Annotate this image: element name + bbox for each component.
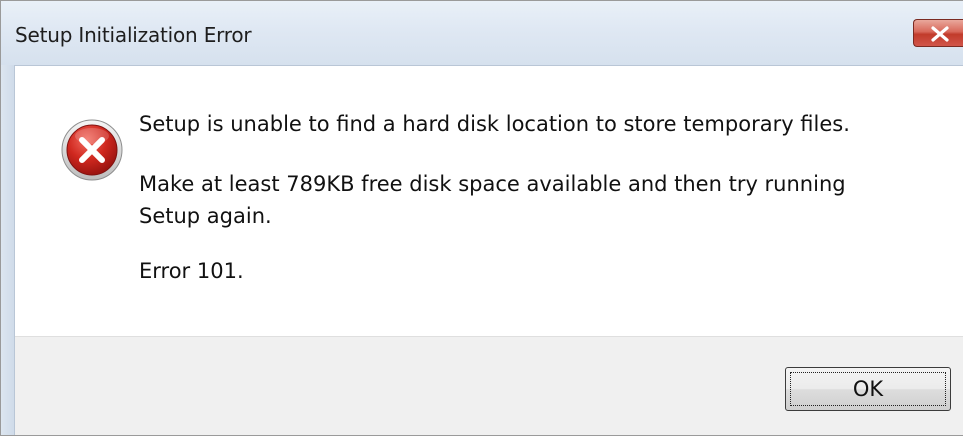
- instruction-text: Make at least 789KB free disk space avai…: [139, 172, 846, 228]
- window-title: Setup Initialization Error: [15, 23, 252, 47]
- message-area: Setup is unable to find a hard disk loca…: [15, 66, 963, 336]
- ok-button-label: OK: [790, 372, 946, 406]
- ok-button[interactable]: OK: [785, 367, 951, 411]
- title-bar[interactable]: Setup Initialization Error: [1, 1, 963, 66]
- error-message-text: Setup is unable to find a hard disk loca…: [139, 112, 850, 136]
- close-x-icon: [931, 26, 949, 42]
- error-dialog: Setup Initialization Error Setup is unab…: [0, 0, 963, 436]
- error-icon: [61, 119, 123, 181]
- button-bar: OK: [15, 336, 963, 435]
- close-button[interactable]: [913, 19, 963, 47]
- window-frame-edge: [1, 65, 15, 435]
- error-code-text: Error 101.: [139, 259, 244, 283]
